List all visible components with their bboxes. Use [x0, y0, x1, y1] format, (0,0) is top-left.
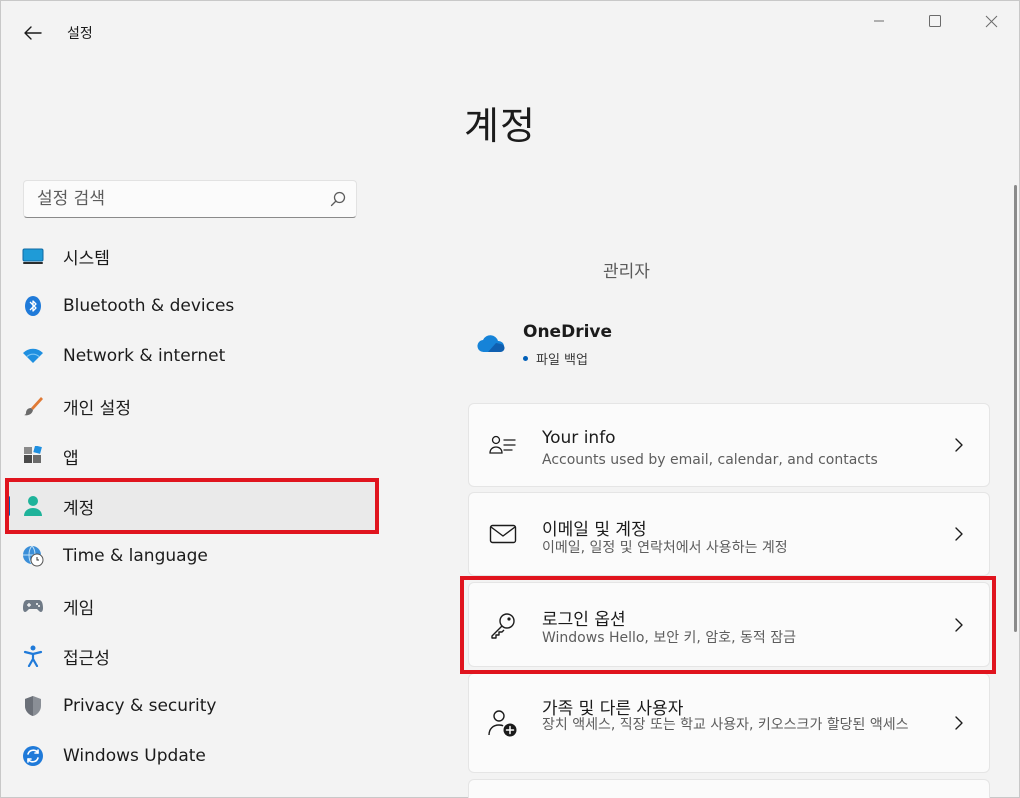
card-next-partial[interactable]: [468, 779, 990, 798]
person-list-icon: [487, 429, 519, 461]
globe-clock-icon: [21, 544, 45, 568]
sidebar-item-label: Bluetooth & devices: [63, 296, 235, 316]
sidebar-item-label: 계정: [63, 498, 95, 519]
card-title: 로그인 옵션: [542, 610, 626, 630]
title-bar: 설정: [1, 1, 1019, 61]
sidebar-item-label: 앱: [63, 448, 79, 469]
sidebar-item-label: 게임: [63, 598, 95, 619]
onedrive-subtitle: 파일 백업: [523, 349, 588, 368]
user-name: 관리자: [603, 262, 650, 282]
card-family-other-users[interactable]: 가족 및 다른 사용자 장치 액세스, 직장 또는 학교 사용자, 키오스크가 …: [468, 673, 990, 773]
card-subtitle: 이메일, 일정 및 연락처에서 사용하는 계정: [542, 540, 788, 556]
apps-icon: [21, 444, 45, 468]
onedrive-status[interactable]: OneDrive 파일 백업: [475, 319, 775, 373]
sidebar-item-accessibility[interactable]: 접근성: [7, 631, 377, 681]
sidebar-item-label: 개인 설정: [63, 398, 131, 419]
chevron-right-icon: [951, 617, 967, 633]
onedrive-cloud-icon: [477, 333, 505, 357]
sidebar-item-label: 시스템: [63, 248, 110, 269]
sidebar-item-personalization[interactable]: 개인 설정: [7, 381, 377, 431]
mail-icon: [487, 518, 519, 550]
brush-icon: [21, 394, 45, 418]
onedrive-status-text: 파일 백업: [536, 353, 588, 368]
card-your-info[interactable]: Your info Accounts used by email, calend…: [468, 403, 990, 487]
wifi-icon: [21, 344, 45, 368]
sidebar-item-windows-update[interactable]: Windows Update: [7, 731, 377, 781]
app-title: 설정: [67, 26, 93, 42]
accessibility-icon: [21, 644, 45, 668]
card-subtitle: Accounts used by email, calendar, and co…: [542, 452, 878, 468]
back-button[interactable]: [15, 17, 51, 49]
sidebar-item-label: 접근성: [63, 648, 110, 669]
sidebar-item-network[interactable]: Network & internet: [7, 331, 377, 381]
sidebar-item-label: Network & internet: [63, 346, 226, 366]
arrow-left-icon: [24, 26, 42, 40]
scrollbar-thumb[interactable]: [1014, 185, 1017, 632]
sidebar-item-accounts[interactable]: 계정: [7, 481, 377, 531]
sidebar-item-gaming[interactable]: 게임: [7, 581, 377, 631]
minimize-button[interactable]: [851, 5, 907, 37]
key-icon: [487, 609, 519, 641]
account-icon: [21, 494, 45, 518]
card-subtitle: Windows Hello, 보안 키, 암호, 동적 잠금: [542, 630, 796, 646]
close-button[interactable]: [963, 5, 1019, 37]
bluetooth-icon: [21, 294, 45, 318]
close-icon: [985, 15, 997, 27]
sidebar-item-label: Time & language: [63, 546, 208, 566]
minimize-icon: [874, 20, 884, 22]
sidebar-item-privacy-security[interactable]: Privacy & security: [7, 681, 377, 731]
onedrive-title: OneDrive: [523, 322, 613, 342]
shield-icon: [21, 694, 45, 718]
card-title: 이메일 및 계정: [542, 520, 647, 540]
gamepad-icon: [21, 594, 45, 618]
search-box[interactable]: [23, 180, 357, 218]
maximize-icon: [929, 15, 941, 27]
maximize-button[interactable]: [907, 5, 963, 37]
sidebar-item-bluetooth[interactable]: Bluetooth & devices: [7, 281, 377, 331]
person-add-icon: [487, 707, 519, 739]
chevron-right-icon: [951, 715, 967, 731]
card-email-accounts[interactable]: 이메일 및 계정 이메일, 일정 및 연락처에서 사용하는 계정: [468, 492, 990, 576]
settings-window: 설정 계정 시스템 Bluetooth & device: [0, 0, 1020, 798]
chevron-right-icon: [951, 526, 967, 542]
card-sign-in-options[interactable]: 로그인 옵션 Windows Hello, 보안 키, 암호, 동적 잠금: [468, 582, 990, 667]
sidebar-nav: 시스템 Bluetooth & devices Network & intern…: [7, 231, 377, 781]
card-title: Your info: [542, 428, 616, 448]
sidebar-item-time-language[interactable]: Time & language: [7, 531, 377, 581]
update-icon: [21, 744, 45, 768]
page-title: 계정: [464, 104, 536, 148]
sidebar-item-system[interactable]: 시스템: [7, 231, 377, 281]
system-icon: [21, 244, 45, 268]
search-input[interactable]: [24, 181, 320, 217]
sidebar-item-apps[interactable]: 앱: [7, 431, 377, 481]
search-icon[interactable]: [320, 181, 356, 217]
card-subtitle: 장치 액세스, 직장 또는 학교 사용자, 키오스크가 할당된 액세스: [542, 717, 909, 733]
chevron-right-icon: [951, 437, 967, 453]
status-dot: [523, 356, 528, 361]
sidebar-item-label: Windows Update: [63, 746, 206, 766]
sidebar-item-label: Privacy & security: [63, 696, 217, 716]
